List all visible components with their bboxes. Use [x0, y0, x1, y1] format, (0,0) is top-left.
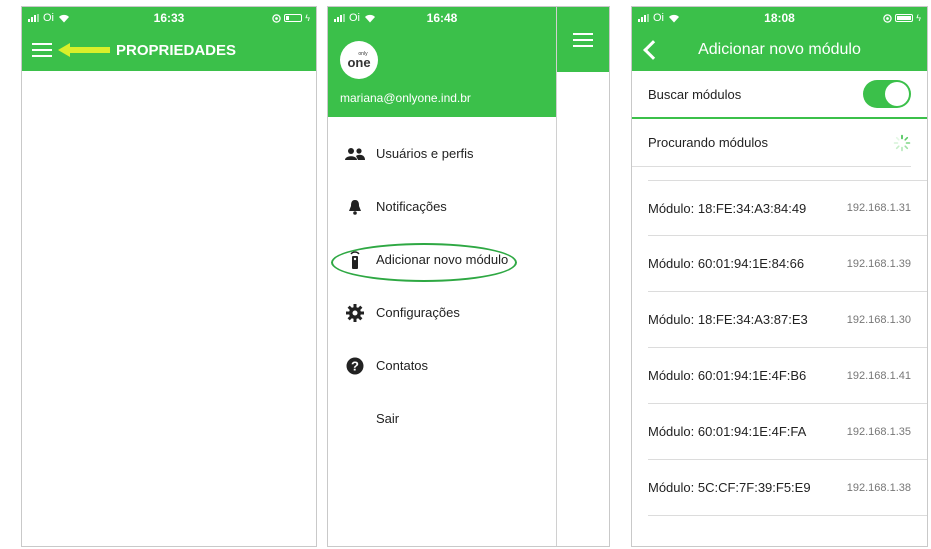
- module-row[interactable]: Módulo: 18:FE:34:A3:87:E3 192.168.1.30: [648, 292, 927, 348]
- module-ip: 192.168.1.41: [846, 369, 911, 382]
- app-header: Adicionar novo módulo: [632, 29, 927, 71]
- status-time: 16:33: [153, 11, 185, 25]
- status-bar: Oi 16:48: [328, 7, 556, 29]
- status-time: 16:48: [426, 11, 458, 25]
- page-title: PROPRIEDADES: [116, 41, 237, 59]
- menu-icon[interactable]: [573, 33, 593, 47]
- user-email: mariana@onlyone.ind.br: [340, 91, 471, 105]
- menu-icon[interactable]: [32, 43, 52, 57]
- dimmed-content-edge[interactable]: [556, 7, 609, 546]
- module-row[interactable]: Módulo: 5C:CF:7F:39:F5:E9 192.168.1.38: [648, 460, 927, 516]
- gear-icon: [344, 303, 366, 322]
- module-ip: 192.168.1.31: [846, 202, 911, 214]
- module-name: Módulo: 60:01:94:1E:4F:B6: [648, 368, 807, 383]
- logo-one-text: one: [347, 54, 371, 70]
- search-modules-label: Buscar módulos: [648, 86, 742, 102]
- menu-item-label: Configurações: [376, 305, 460, 320]
- app-header-edge: [557, 7, 609, 72]
- users-icon: [344, 147, 366, 161]
- search-modules-toggle[interactable]: [863, 80, 911, 108]
- question-icon: ?: [344, 357, 366, 375]
- drawer-header: Oi 16:48 only one mariana@onlyone.ind.br: [328, 7, 556, 117]
- module-name: Módulo: 5C:CF:7F:39:F5:E9: [648, 480, 811, 495]
- loading-spinner-icon: [893, 134, 911, 151]
- module-name: Módulo: 60:01:94:1E:84:66: [648, 256, 805, 271]
- empty-list-row: [648, 516, 927, 546]
- module-ip: 192.168.1.30: [846, 313, 911, 326]
- remote-icon: [344, 250, 366, 270]
- battery-icon: [284, 14, 303, 22]
- module-name: Módulo: 60:01:94:1E:4F:FA: [648, 424, 807, 439]
- phone-screen-properties: Oi 16:33 ϟ PROPRIEDADES: [21, 6, 317, 547]
- module-row[interactable]: Módulo: 60:01:94:1E:84:66 192.168.1.39: [648, 236, 927, 292]
- menu-item-contacts[interactable]: ? Contatos: [328, 339, 556, 392]
- phone-screen-drawer: Oi 16:48 only one mariana@onlyone.ind.br…: [327, 6, 610, 547]
- searching-row: Procurando módulos: [632, 119, 911, 167]
- phone-screen-add-module: Oi 18:08 ϟ Adicionar novo módulo Buscar …: [631, 6, 928, 547]
- app-header: PROPRIEDADES: [22, 29, 316, 71]
- page-title: Adicionar novo módulo: [698, 41, 861, 58]
- module-ip: 192.168.1.38: [846, 481, 911, 494]
- module-row[interactable]: Módulo: 18:FE:34:A3:84:49 192.168.1.31: [648, 180, 927, 236]
- drawer-menu: Usuários e perfis Notificações Adicionar…: [328, 117, 556, 445]
- status-time: 18:08: [764, 11, 795, 25]
- menu-item-logout[interactable]: Sair: [328, 392, 556, 445]
- battery-icon: [895, 14, 914, 22]
- menu-item-label: Contatos: [376, 358, 429, 373]
- svg-text:?: ?: [351, 358, 359, 373]
- searching-label: Procurando módulos: [648, 135, 768, 150]
- module-name: Módulo: 18:FE:34:A3:84:49: [648, 200, 807, 216]
- menu-item-label: Sair: [376, 411, 400, 426]
- onlyone-logo: only one: [340, 41, 378, 79]
- menu-item-add-module[interactable]: Adicionar novo módulo: [328, 233, 556, 286]
- module-row[interactable]: Módulo: 60:01:94:1E:4F:FA 192.168.1.35: [648, 404, 927, 460]
- menu-item-label: Usuários e perfis: [376, 146, 474, 161]
- menu-item-notifications[interactable]: Notificações: [328, 180, 556, 233]
- back-icon[interactable]: [643, 40, 663, 60]
- status-bar: Oi 16:33 ϟ: [22, 7, 316, 29]
- menu-item-label: Notificações: [376, 199, 447, 214]
- menu-item-label: Adicionar novo módulo: [376, 252, 509, 267]
- module-ip: 192.168.1.35: [846, 425, 911, 438]
- menu-item-users[interactable]: Usuários e perfis: [328, 127, 556, 180]
- module-row[interactable]: Módulo: 60:01:94:1E:4F:B6 192.168.1.41: [648, 348, 927, 404]
- navigation-drawer: Oi 16:48 only one mariana@onlyone.ind.br…: [328, 7, 556, 546]
- menu-item-settings[interactable]: Configurações: [328, 286, 556, 339]
- bell-icon: [344, 199, 366, 215]
- module-name: Módulo: 18:FE:34:A3:87:E3: [648, 312, 808, 327]
- status-bar: Oi 18:08 ϟ: [632, 7, 927, 29]
- arrow-left-annotation-icon: [58, 43, 110, 57]
- search-modules-row: Buscar módulos: [632, 71, 927, 119]
- module-ip: 192.168.1.39: [846, 257, 911, 270]
